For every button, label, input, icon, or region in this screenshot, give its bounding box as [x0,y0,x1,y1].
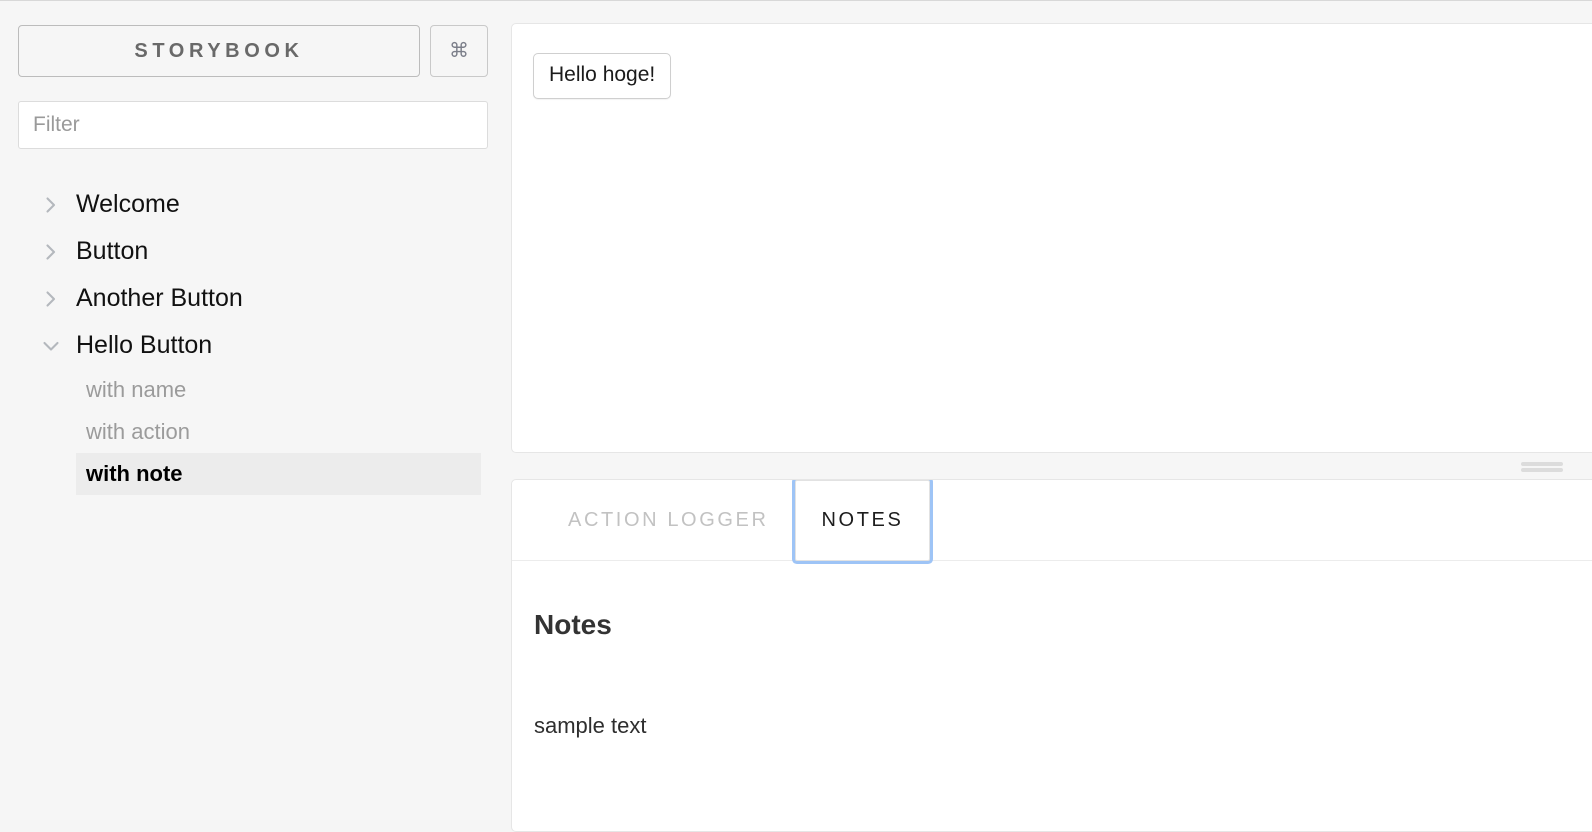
tree-item-label: Welcome [76,190,180,218]
chevron-right-icon [40,241,62,263]
tree-item-label: Hello Button [76,331,213,359]
command-shortcut-button[interactable]: ⌘ [430,25,488,77]
storybook-logo-button[interactable]: STORYBOOK [18,25,420,77]
command-icon: ⌘ [449,40,469,62]
main-area: Hello hoge! ACTION LOGGER NOTES Notes sa… [505,1,1592,832]
notes-body-text: sample text [534,713,647,738]
tree-item-button[interactable]: Button [0,228,505,275]
story-item-label: with name [86,377,187,402]
story-item-with-note[interactable]: with note [76,453,481,495]
hello-hoge-button[interactable]: Hello hoge! [533,53,672,99]
tree-item-label: Button [76,237,149,265]
tree-item-hello-button[interactable]: Hello Button [0,322,505,369]
chevron-right-icon [40,288,62,310]
filter-input[interactable] [18,101,488,149]
chevron-right-icon [40,194,62,216]
drag-handle-icon[interactable] [1521,462,1563,472]
addon-panel: ACTION LOGGER NOTES Notes sample text [511,479,1592,832]
tree-item-welcome[interactable]: Welcome [0,181,505,228]
notes-heading: Notes [534,609,612,640]
story-item-label: with note [86,461,183,486]
brand-row: STORYBOOK ⌘ [18,25,488,77]
notes-content: Notes sample text [512,561,1592,739]
story-item-with-action[interactable]: with action [76,411,481,453]
tree-item-another-button[interactable]: Another Button [0,275,505,322]
storybook-title: STORYBOOK [134,39,304,62]
tree-item-label: Another Button [76,284,243,312]
story-item-label: with action [86,419,190,444]
story-tree: Welcome Button Another Button Hello Butt… [0,181,505,495]
tab-notes[interactable]: NOTES [794,480,931,561]
chevron-down-icon [40,335,62,357]
tab-action-logger[interactable]: ACTION LOGGER [542,480,795,560]
story-item-with-name[interactable]: with name [76,369,481,411]
panel-resizer[interactable] [511,456,1592,478]
storybook-app: STORYBOOK ⌘ Welcome Button [0,0,1592,832]
addon-tabbar: ACTION LOGGER NOTES [512,480,1592,561]
sidebar: STORYBOOK ⌘ Welcome Button [0,1,505,820]
story-preview-panel: Hello hoge! [511,23,1592,453]
